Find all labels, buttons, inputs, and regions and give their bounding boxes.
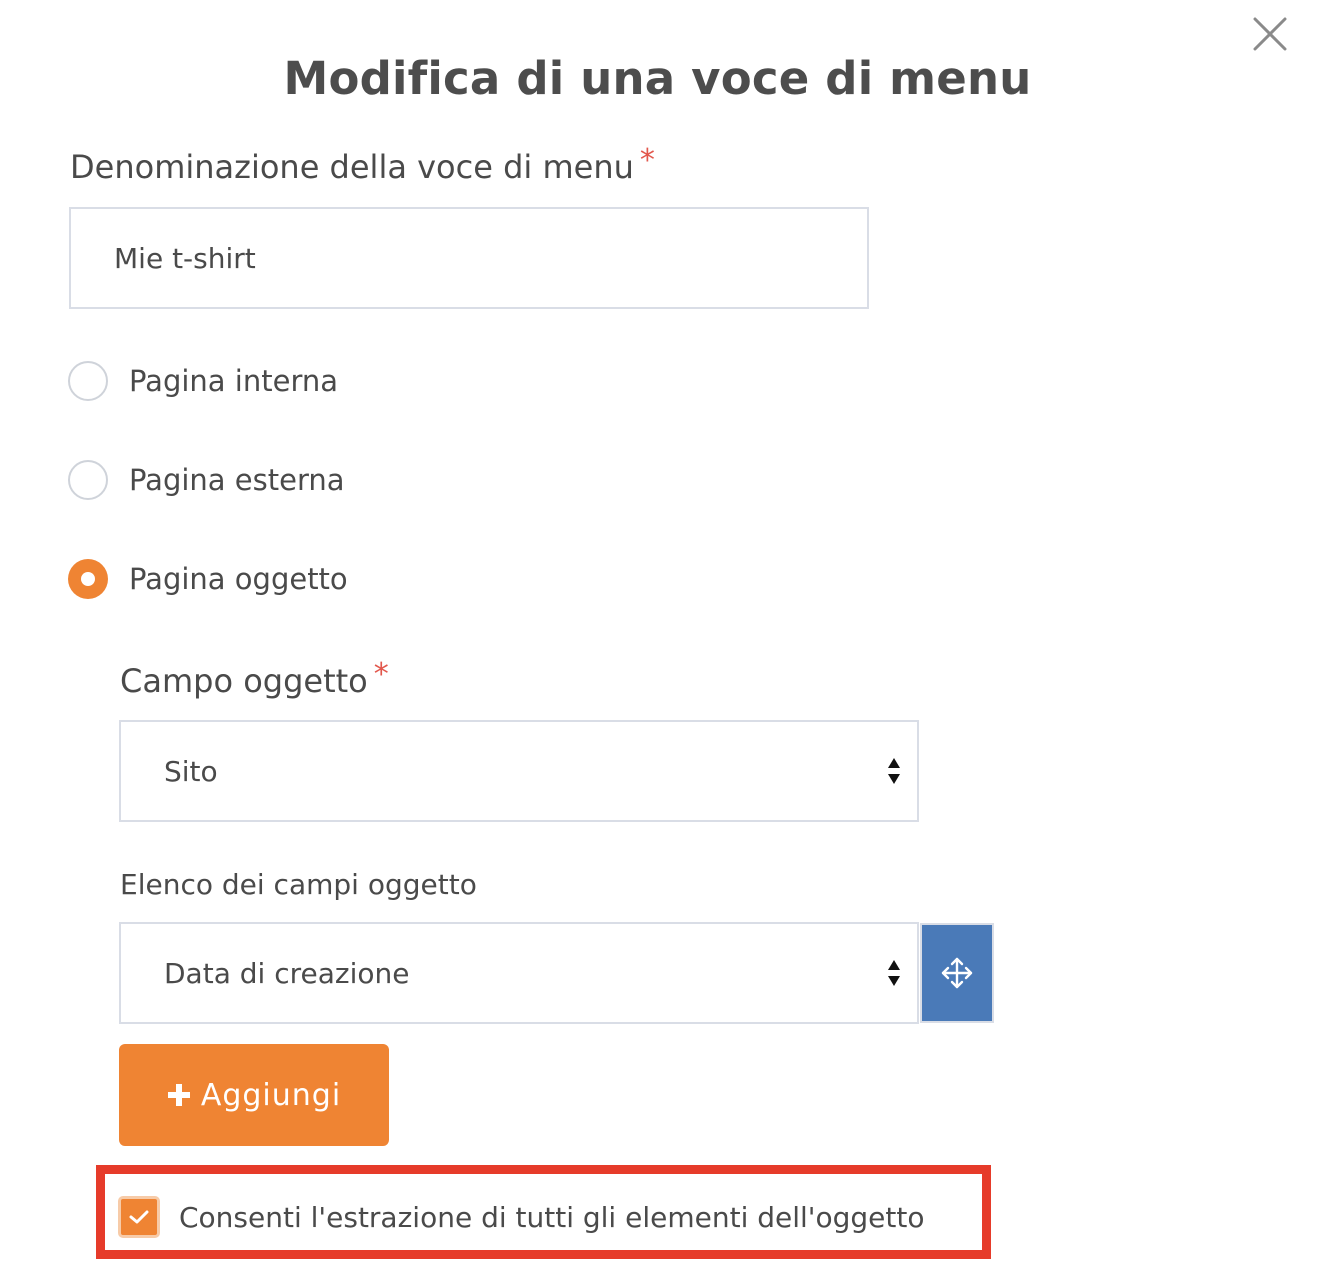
object-fields-list-select-value: Data di creazione [164, 956, 410, 990]
radio-option-pagina-oggetto[interactable]: Pagina oggetto [68, 558, 348, 600]
move-handle-button[interactable] [920, 923, 994, 1023]
extract-all-label: Consenti l'estrazione di tutti gli eleme… [179, 1200, 925, 1234]
radio-label: Pagina esterna [129, 463, 345, 497]
dialog-title: Modifica di una voce di menu [283, 52, 1032, 105]
radio-option-pagina-esterna[interactable]: Pagina esterna [68, 459, 345, 501]
radio-button-selected[interactable] [68, 559, 108, 599]
menu-item-name-input[interactable] [69, 207, 869, 309]
object-field-select-value: Sito [164, 754, 218, 788]
checkmark-icon [129, 1210, 149, 1224]
object-field-label-text: Campo oggetto [120, 662, 368, 700]
object-fields-list-label: Elenco dei campi oggetto [120, 868, 477, 901]
radio-option-pagina-interna[interactable]: Pagina interna [68, 360, 338, 402]
required-mark: * [639, 143, 655, 178]
add-button[interactable]: Aggiungi [119, 1044, 389, 1146]
radio-button[interactable] [68, 361, 108, 401]
close-button[interactable] [1250, 14, 1290, 54]
object-field-label: Campo oggetto * [120, 657, 389, 700]
radio-label: Pagina interna [129, 364, 339, 398]
object-fields-list-select[interactable]: Data di creazione [119, 922, 919, 1024]
radio-label: Pagina oggetto [129, 562, 348, 596]
close-icon [1253, 17, 1287, 51]
move-icon [941, 957, 973, 989]
extract-all-checkbox[interactable] [118, 1196, 160, 1238]
select-arrows-icon [887, 958, 901, 988]
required-mark: * [373, 657, 389, 692]
name-field-label: Denominazione della voce di menu * [70, 143, 655, 186]
name-field-label-text: Denominazione della voce di menu [70, 148, 634, 186]
object-field-select[interactable]: Sito [119, 720, 919, 822]
extract-all-option[interactable]: Consenti l'estrazione di tutti gli eleme… [118, 1196, 925, 1238]
add-button-label: Aggiungi [200, 1077, 342, 1113]
radio-button[interactable] [68, 460, 108, 500]
plus-icon [167, 1083, 191, 1107]
select-arrows-icon [887, 756, 901, 786]
